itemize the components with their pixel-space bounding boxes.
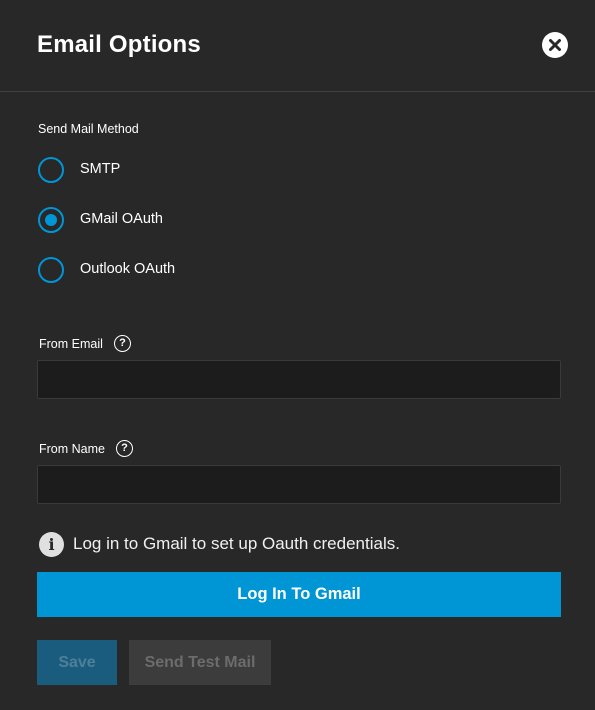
send-mail-method-label: Send Mail Method — [38, 122, 139, 136]
from-email-label: From Email — [39, 337, 103, 351]
save-button[interactable]: Save — [37, 640, 117, 685]
close-icon — [549, 39, 561, 51]
info-message: Log in to Gmail to set up Oauth credenti… — [73, 534, 400, 553]
radio-circle-outlook-oauth[interactable] — [38, 257, 64, 283]
close-button[interactable] — [542, 32, 568, 58]
help-icon[interactable]: ? — [114, 335, 131, 352]
from-name-input[interactable] — [37, 465, 561, 504]
radio-circle-smtp[interactable] — [38, 157, 64, 183]
login-gmail-button[interactable]: Log In To Gmail — [37, 572, 561, 617]
help-icon[interactable]: ? — [116, 440, 133, 457]
from-email-input[interactable] — [37, 360, 561, 399]
radio-circle-gmail-oauth[interactable] — [38, 207, 64, 233]
send-test-mail-button[interactable]: Send Test Mail — [129, 640, 271, 685]
from-name-label: From Name — [39, 442, 105, 456]
radio-label-gmail-oauth: GMail OAuth — [80, 211, 163, 227]
radio-label-smtp: SMTP — [80, 161, 121, 177]
dialog-header: Email Options — [0, 0, 595, 92]
dialog-title: Email Options — [37, 31, 201, 58]
radio-label-outlook-oauth: Outlook OAuth — [80, 261, 176, 277]
info-icon: i — [39, 532, 64, 557]
